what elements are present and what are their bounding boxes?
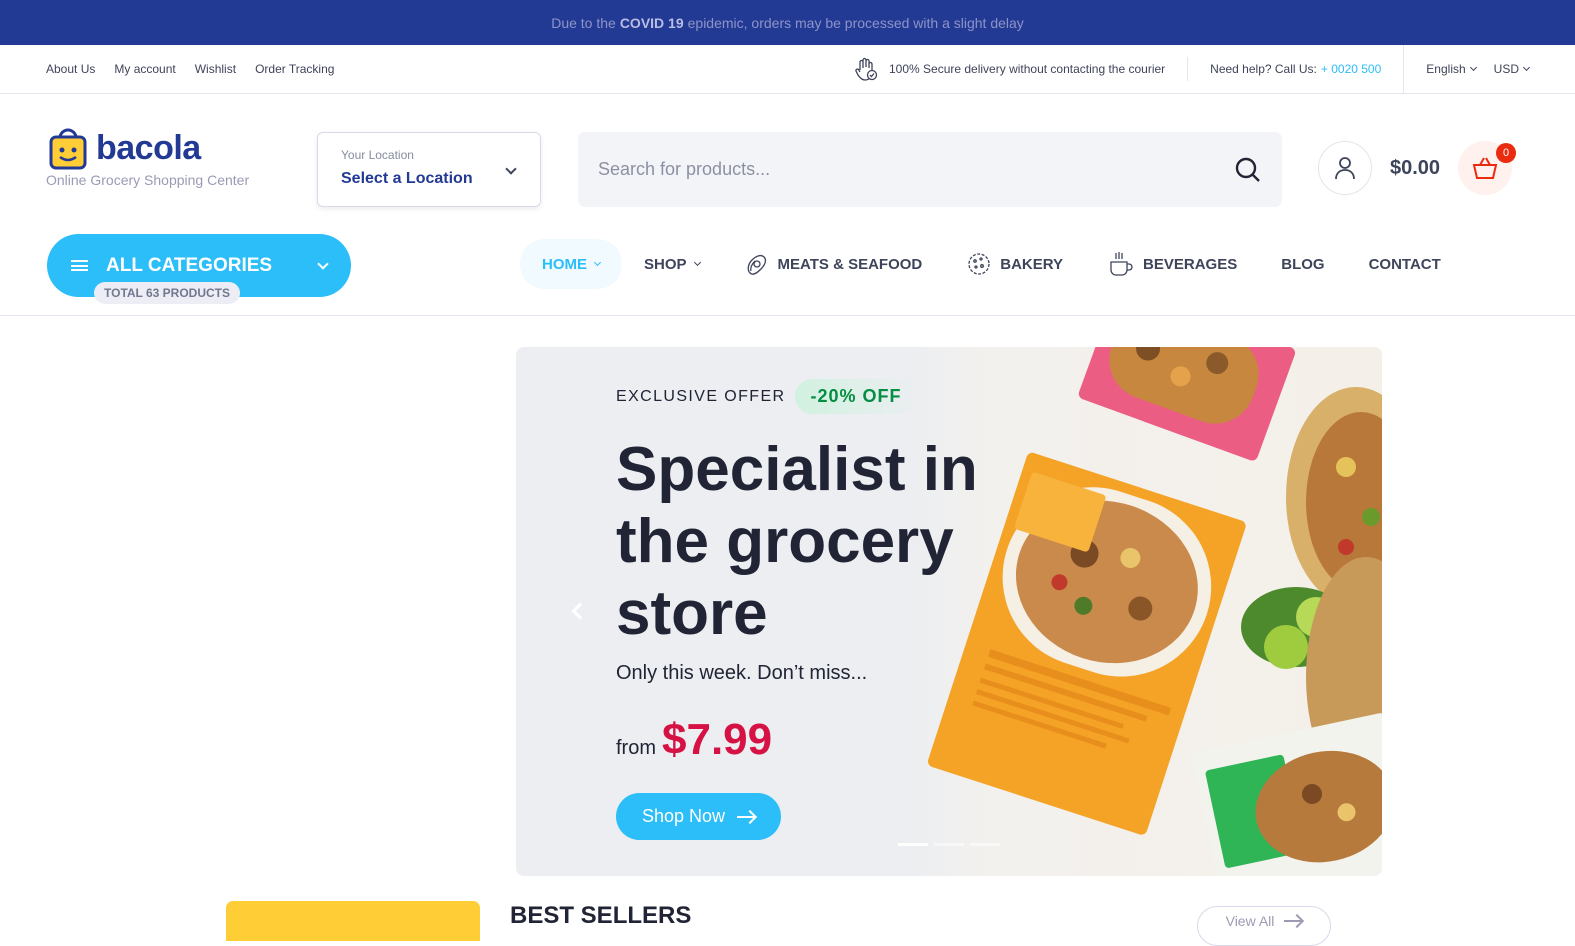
- language-selector[interactable]: English: [1426, 62, 1477, 76]
- nav-item-bakery[interactable]: BAKERY: [944, 239, 1085, 289]
- nav-item-contact[interactable]: CONTACT: [1347, 239, 1463, 289]
- link-about-us[interactable]: About Us: [46, 62, 95, 76]
- nav-label: HOME: [542, 255, 587, 273]
- top-links: About Us My account Wishlist Order Track…: [46, 62, 334, 76]
- menu-icon: [71, 260, 88, 271]
- price-from: from: [616, 737, 656, 759]
- offer-label: EXCLUSIVE OFFER: [616, 387, 786, 405]
- view-all-button[interactable]: View All: [1197, 906, 1331, 946]
- search-input[interactable]: [598, 159, 1234, 180]
- arrow-right-icon: [737, 815, 756, 818]
- link-wishlist[interactable]: Wishlist: [195, 62, 236, 76]
- chevron-down-icon: [1469, 63, 1477, 72]
- location-selector[interactable]: Your Location Select a Location: [317, 132, 541, 207]
- nav-label: SHOP: [644, 255, 687, 273]
- link-my-account[interactable]: My account: [114, 62, 175, 76]
- hero-price: from $7.99: [616, 715, 996, 765]
- tagline: Online Grocery Shopping Center: [46, 172, 250, 188]
- announcement-bar: Due to the COVID 19 epidemic, orders may…: [0, 0, 1575, 45]
- account-button[interactable]: [1318, 141, 1372, 195]
- discount-badge: -20% OFF: [795, 379, 917, 414]
- nav-label: BLOG: [1281, 255, 1325, 273]
- price-value: $7.99: [662, 715, 773, 764]
- nav-menu: HOME SHOP MEATS & SEAFOOD BAKERY BEVERAG…: [520, 239, 1463, 289]
- logo[interactable]: bacola Online Grocery Shopping Center: [46, 126, 316, 189]
- nav-label: MEATS & SEAFOOD: [777, 255, 923, 273]
- secure-delivery: 100% Secure delivery without contacting …: [853, 57, 1189, 81]
- hero-content: EXCLUSIVE OFFER -20% OFF Specialist in t…: [616, 379, 996, 840]
- nav-item-meats-seafood[interactable]: MEATS & SEAFOOD: [722, 239, 945, 289]
- notice-highlight: COVID 19: [619, 14, 684, 31]
- chevron-down-icon: [593, 258, 602, 267]
- phone-link[interactable]: + 0020 500: [1321, 62, 1381, 76]
- secure-text: 100% Secure delivery without contacting …: [889, 62, 1166, 76]
- nav-label: BEVERAGES: [1143, 255, 1238, 273]
- total-products-badge: TOTAL 63 PRODUCTS: [94, 282, 241, 304]
- slider-dots: [898, 843, 1000, 846]
- shop-now-label: Shop Now: [642, 806, 726, 826]
- shop-now-button[interactable]: Shop Now: [616, 793, 782, 840]
- nav-label: CONTACT: [1368, 255, 1441, 273]
- shopping-bag-logo-icon: [49, 128, 87, 170]
- logo-text: bacola: [96, 128, 201, 167]
- top-bar: About Us My account Wishlist Order Track…: [0, 45, 1575, 94]
- language-value: English: [1426, 62, 1466, 76]
- cart-button[interactable]: 0: [1458, 141, 1516, 195]
- view-all-label: View All: [1225, 913, 1275, 929]
- top-right: 100% Secure delivery without contacting …: [853, 45, 1531, 93]
- cart-total: $0.00: [1390, 157, 1441, 179]
- chevron-down-icon: [693, 258, 701, 267]
- basket-icon: [1472, 157, 1498, 179]
- help-line: Need help? Call Us: + 0020 500: [1188, 45, 1405, 93]
- cup-icon: [1110, 252, 1133, 276]
- slider-dot[interactable]: [898, 843, 928, 846]
- search-icon[interactable]: [1234, 156, 1262, 184]
- location-label: Your Location: [341, 148, 414, 162]
- help-text: Need help? Call Us:: [1210, 62, 1317, 76]
- currency-selector[interactable]: USD: [1493, 62, 1531, 76]
- hero-subtitle: Only this week. Don’t miss...: [616, 662, 868, 684]
- best-sellers-title: BEST SELLERS: [510, 902, 692, 929]
- user-icon: [1335, 157, 1355, 180]
- arrow-right-icon: [1284, 920, 1303, 922]
- promo-banner[interactable]: [226, 901, 480, 941]
- location-value: Select a Location: [341, 170, 473, 187]
- chevron-down-icon: [1522, 63, 1531, 72]
- slider-dot[interactable]: [970, 843, 1000, 846]
- currency-value: USD: [1493, 62, 1519, 76]
- meat-icon: [747, 254, 766, 275]
- cart-count-badge: 0: [1496, 143, 1516, 163]
- nav-item-blog[interactable]: BLOG: [1259, 239, 1346, 289]
- slider-dot[interactable]: [934, 843, 964, 846]
- all-categories-label: ALL CATEGORIES: [106, 254, 273, 276]
- notice-suffix: epidemic, orders may be processed with a…: [687, 14, 1024, 31]
- hand-shield-icon: [855, 57, 878, 81]
- offer-row: EXCLUSIVE OFFER -20% OFF: [616, 379, 996, 414]
- notice-prefix: Due to the: [551, 14, 616, 31]
- nav-item-home[interactable]: HOME: [520, 239, 622, 289]
- nav-label: BAKERY: [1000, 255, 1064, 273]
- link-order-tracking[interactable]: Order Tracking: [255, 62, 334, 76]
- main-nav: ALL CATEGORIES TOTAL 63 PRODUCTS HOME SH…: [0, 234, 1575, 316]
- cookie-icon: [968, 253, 990, 275]
- search-bar: [578, 132, 1282, 207]
- hero-title: Specialist in the grocery store: [616, 435, 978, 648]
- nav-item-shop[interactable]: SHOP: [622, 239, 722, 289]
- nav-item-beverages[interactable]: BEVERAGES: [1085, 239, 1259, 289]
- chevron-down-icon: [317, 257, 329, 270]
- site-header: bacola Online Grocery Shopping Center Yo…: [0, 94, 1575, 234]
- hero-slider: EXCLUSIVE OFFER -20% OFF Specialist in t…: [516, 347, 1382, 876]
